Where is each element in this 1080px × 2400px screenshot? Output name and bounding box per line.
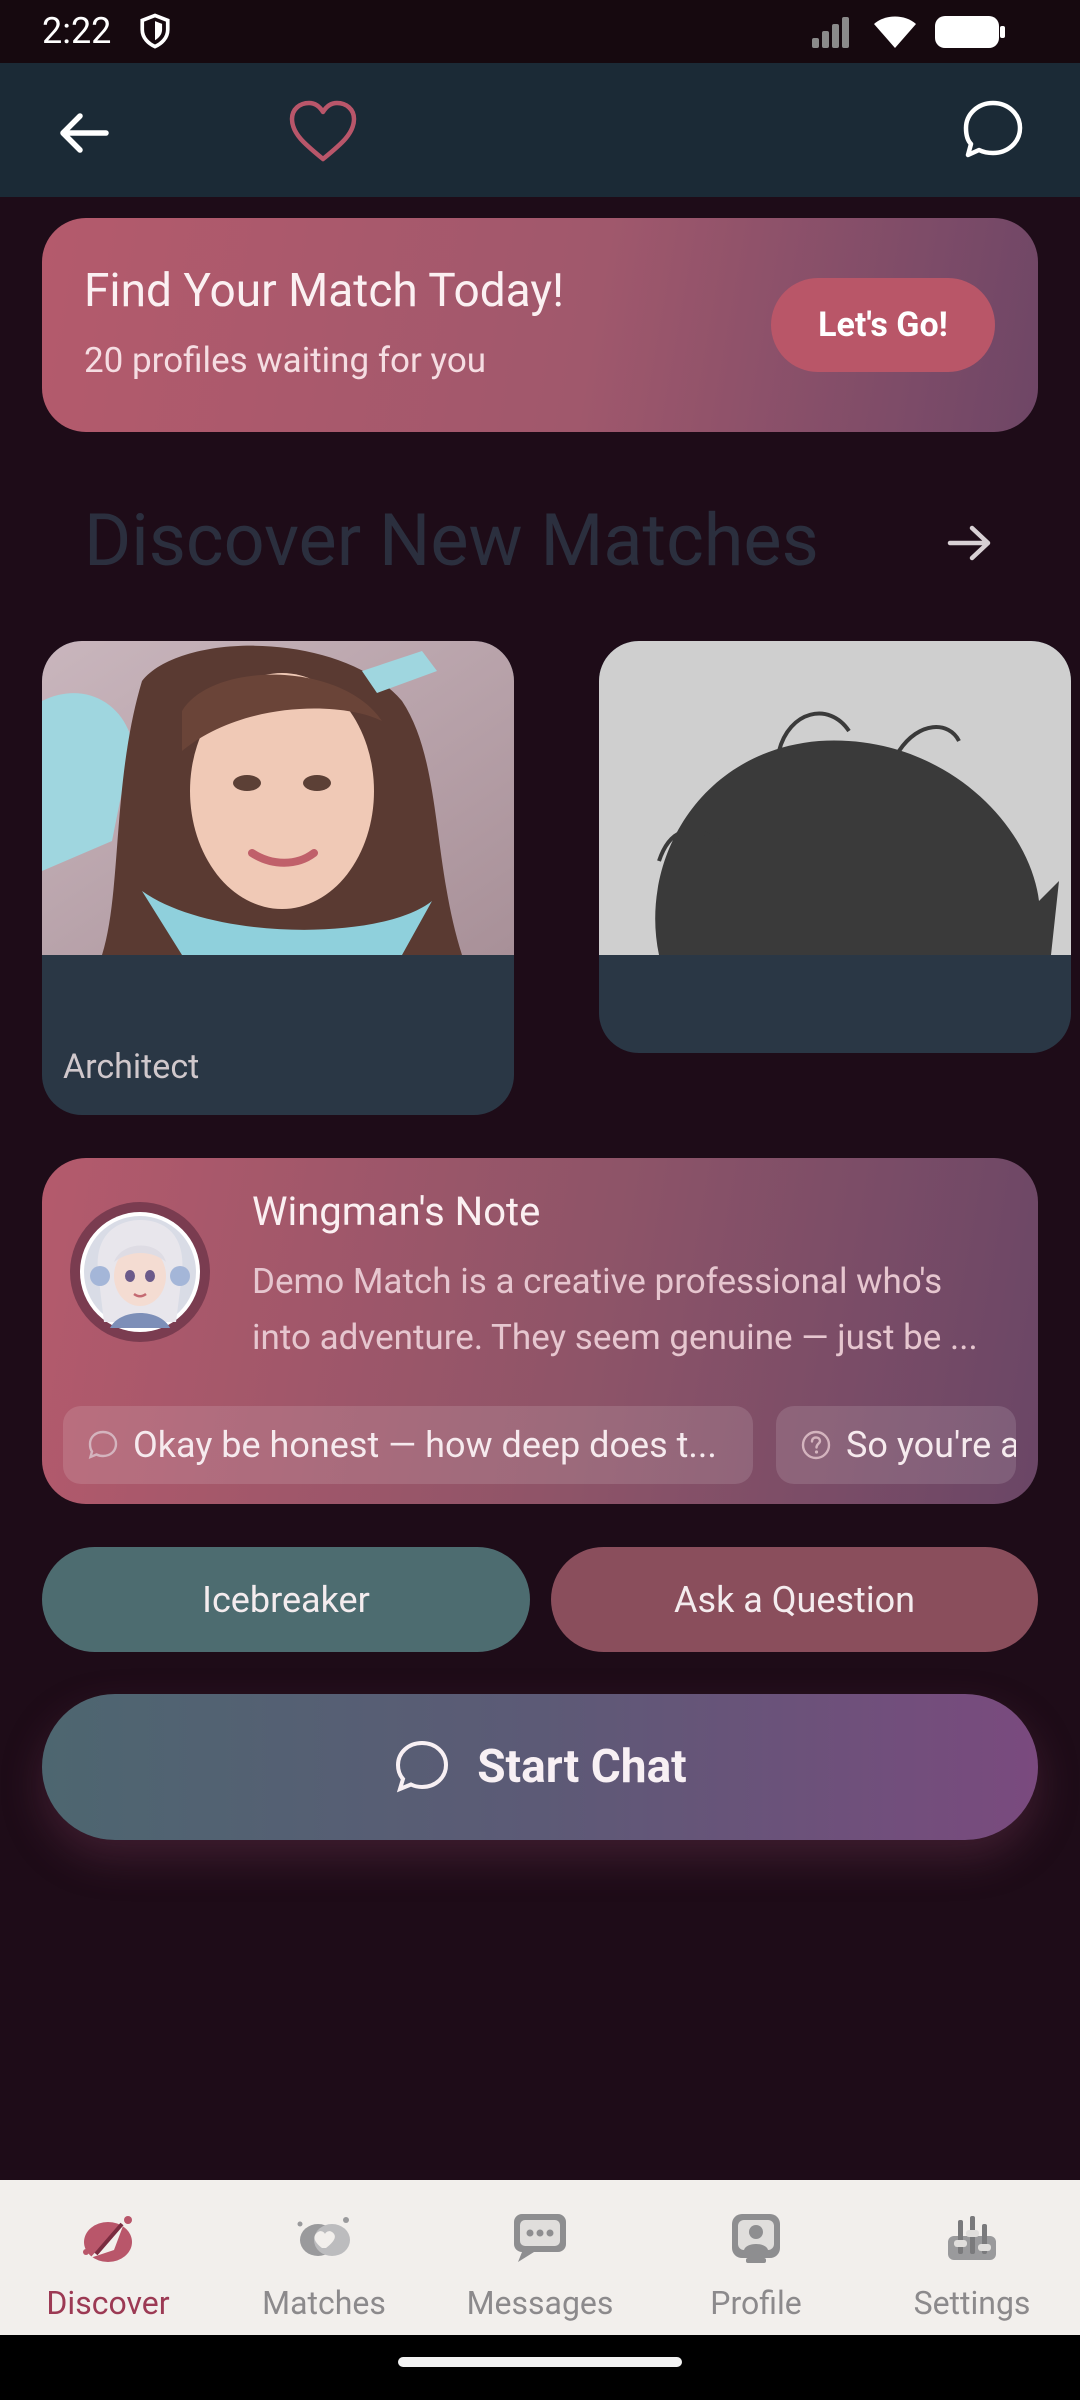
wingman-avatar bbox=[70, 1202, 210, 1342]
battery-icon bbox=[935, 16, 1005, 48]
speech-bubble-icon bbox=[88, 1430, 118, 1460]
question-circle-icon bbox=[801, 1430, 831, 1460]
status-time: 2:22 bbox=[42, 10, 112, 52]
wingman-summary: Demo Match is a creative professional wh… bbox=[252, 1254, 1012, 1366]
profile-photo bbox=[599, 641, 1071, 955]
chat-bubble-icon bbox=[396, 1740, 449, 1793]
wingman-summary-line: into adventure. They seem genuine — just… bbox=[252, 1317, 978, 1358]
home-gesture-handle[interactable] bbox=[398, 2357, 682, 2367]
chat-bubble-icon[interactable] bbox=[960, 97, 1026, 163]
nav-item-matches[interactable]: Matches bbox=[216, 2180, 432, 2335]
wingman-title: Wingman's Note bbox=[252, 1188, 541, 1235]
profile-card[interactable]: Architect bbox=[42, 641, 514, 1115]
ask-question-button[interactable]: Ask a Question bbox=[551, 1547, 1038, 1652]
nav-label: Messages bbox=[466, 2284, 614, 2322]
nav-item-profile[interactable]: Profile bbox=[648, 2180, 864, 2335]
system-gesture-bar bbox=[0, 2335, 1080, 2400]
wingman-note-card: Wingman's Note Demo Match is a creative … bbox=[42, 1158, 1038, 1504]
back-arrow-icon[interactable] bbox=[52, 101, 116, 165]
nav-item-settings[interactable]: Settings bbox=[864, 2180, 1080, 2335]
shield-icon bbox=[140, 13, 170, 49]
nav-label: Profile bbox=[710, 2284, 802, 2322]
icebreaker-button[interactable]: Icebreaker bbox=[42, 1547, 530, 1652]
promo-banner: Find Your Match Today! 20 profiles waiti… bbox=[42, 218, 1038, 432]
profile-job: Architect bbox=[63, 1047, 200, 1087]
suggestion-chip[interactable]: So you're a bbox=[776, 1406, 1016, 1484]
start-chat-button[interactable]: Start Chat bbox=[42, 1694, 1038, 1840]
hearts-icon bbox=[297, 2217, 350, 2256]
nav-label: Discover bbox=[46, 2284, 170, 2322]
sliders-icon bbox=[948, 2216, 996, 2260]
top-app-bar bbox=[0, 63, 1080, 197]
heart-icon[interactable] bbox=[286, 97, 360, 167]
start-chat-label: Start Chat bbox=[477, 1740, 687, 1794]
nav-item-discover[interactable]: Discover bbox=[0, 2180, 216, 2335]
profile-icon bbox=[732, 2214, 780, 2263]
nav-label: Matches bbox=[262, 2284, 386, 2322]
lets-go-button[interactable]: Let's Go! bbox=[771, 278, 995, 372]
wifi-icon bbox=[874, 16, 916, 48]
discover-section-title: Discover New Matches bbox=[84, 498, 819, 583]
suggestion-chip-label: Okay be honest — how deep does t... bbox=[133, 1424, 717, 1466]
compass-heart-icon bbox=[83, 2216, 132, 2262]
nav-item-messages[interactable]: Messages bbox=[432, 2180, 648, 2335]
profile-card[interactable] bbox=[599, 641, 1071, 1053]
bottom-navigation: Discover Matches Messages Profile Settin… bbox=[0, 2180, 1080, 2335]
wingman-summary-line: Demo Match is a creative professional wh… bbox=[252, 1261, 943, 1302]
promo-title: Find Your Match Today! bbox=[84, 264, 564, 318]
arrow-right-icon[interactable] bbox=[944, 520, 996, 566]
messages-icon bbox=[514, 2214, 566, 2262]
nav-label: Settings bbox=[913, 2284, 1031, 2322]
status-bar: 2:22 bbox=[0, 0, 1080, 63]
signal-icon bbox=[812, 17, 849, 48]
suggestion-chip[interactable]: Okay be honest — how deep does t... bbox=[63, 1406, 753, 1484]
promo-subtitle: 20 profiles waiting for you bbox=[84, 340, 487, 381]
suggestion-chip-label: So you're a bbox=[846, 1424, 1016, 1466]
profile-photo bbox=[42, 641, 514, 955]
